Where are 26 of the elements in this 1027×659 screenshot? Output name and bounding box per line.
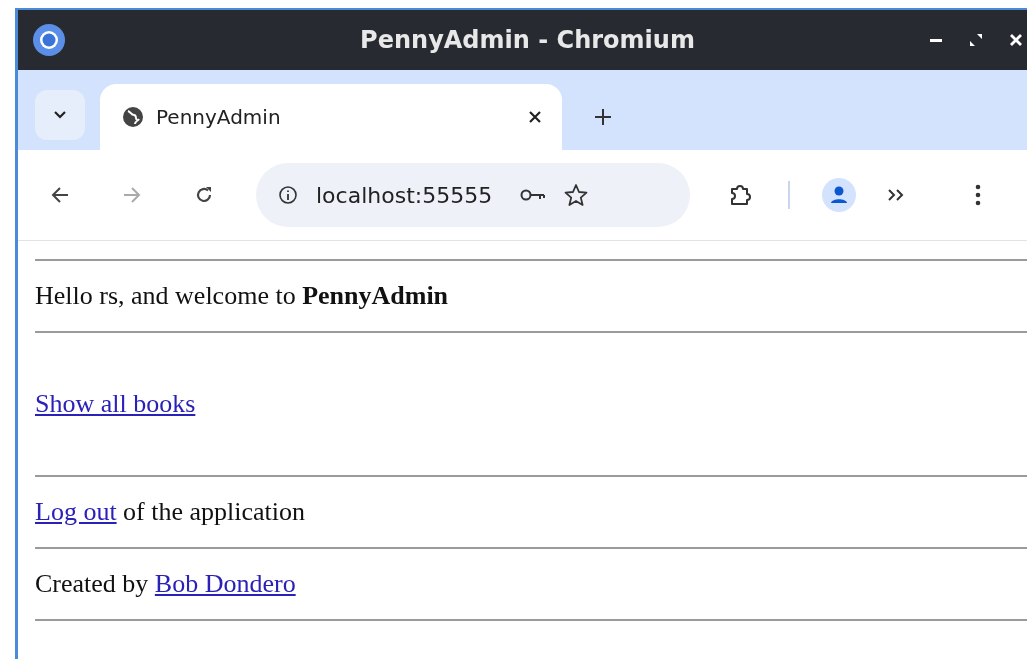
close-icon[interactable] xyxy=(1009,33,1023,47)
author-link[interactable]: Bob Dondero xyxy=(154,569,296,598)
globe-icon xyxy=(122,106,144,128)
star-icon[interactable] xyxy=(564,183,589,207)
credit-text: Created by Bob Dondero xyxy=(35,568,296,600)
caret-icon xyxy=(53,110,67,120)
back-icon[interactable] xyxy=(50,186,70,204)
menu-icon[interactable] xyxy=(975,184,981,206)
reload-icon[interactable] xyxy=(194,185,214,205)
show-books-link[interactable]: Show all books xyxy=(35,389,196,418)
address-bar[interactable]: localhost:55555 xyxy=(256,163,690,227)
puzzle-icon[interactable] xyxy=(728,183,752,207)
key-icon[interactable] xyxy=(520,188,547,202)
restore-icon[interactable] xyxy=(969,33,983,47)
browser-logo-icon xyxy=(32,23,66,57)
new-tab-icon[interactable] xyxy=(594,108,612,126)
logout-link[interactable]: Log out xyxy=(35,497,117,526)
tab-title: PennyAdmin xyxy=(156,105,282,129)
logout-text: Log out of the application xyxy=(35,496,306,528)
welcome-text: Hello rs, and welcome to PennyAdmin xyxy=(35,280,449,312)
profile-icon[interactable] xyxy=(822,178,856,212)
close-tab-icon[interactable] xyxy=(528,110,542,124)
window-title: PennyAdmin - Chromium xyxy=(360,26,695,54)
browser-tab[interactable]: PennyAdmin xyxy=(100,84,562,150)
url-text: localhost:55555 xyxy=(316,182,493,208)
info-icon[interactable] xyxy=(278,185,298,205)
